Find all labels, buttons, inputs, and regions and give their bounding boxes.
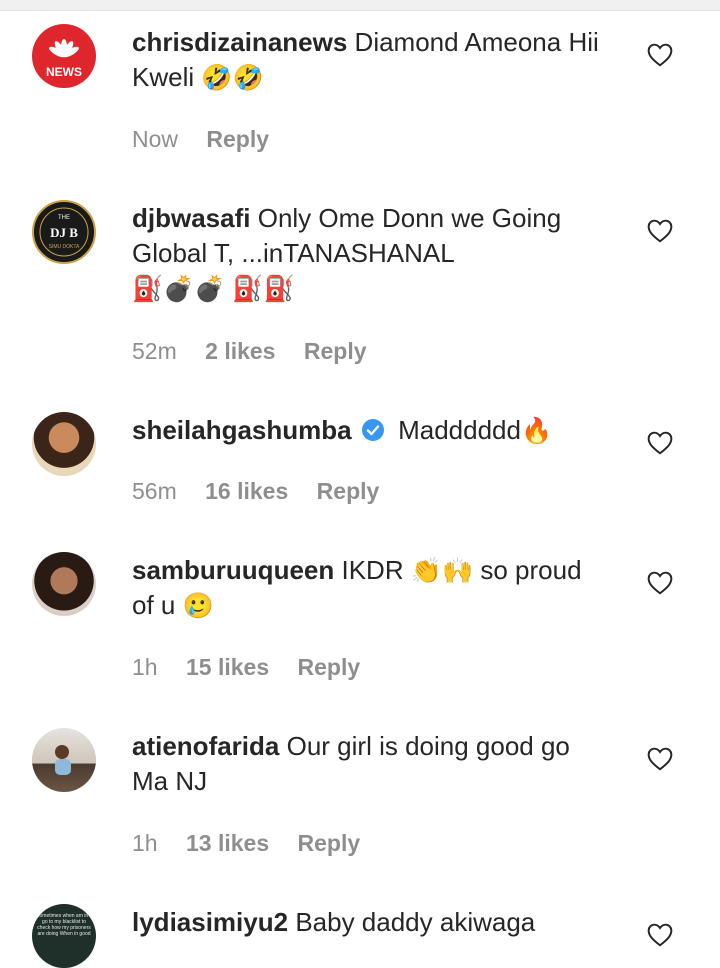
avatar[interactable]: sometimes when am in I go to my blacklis… bbox=[32, 904, 96, 968]
comment-text: djbwasafi Only Ome Donn we Going Global … bbox=[132, 201, 602, 306]
username[interactable]: djbwasafi bbox=[132, 203, 250, 233]
avatar[interactable]: THE DJ B SIMU DOKTA bbox=[32, 200, 96, 264]
comment-body: Baby daddy akiwaga bbox=[295, 907, 536, 937]
avatar[interactable] bbox=[32, 552, 96, 616]
heart-outline-icon[interactable] bbox=[647, 219, 673, 243]
djb-logo-icon: THE DJ B SIMU DOKTA bbox=[39, 207, 89, 257]
username[interactable]: chrisdizainanews bbox=[132, 27, 347, 57]
comment-meta: Now Reply bbox=[132, 126, 291, 153]
likes-count[interactable]: 2 likes bbox=[205, 338, 275, 364]
avatar-caption: sometimes when am in I go to my blacklis… bbox=[37, 913, 91, 937]
comment-meta: 1h 13 likes Reply bbox=[132, 830, 382, 857]
timestamp: Now bbox=[132, 126, 179, 152]
svg-text:NEWS: NEWS bbox=[46, 65, 82, 79]
reply-button[interactable]: Reply bbox=[298, 830, 361, 856]
avatar[interactable]: NEWS bbox=[32, 24, 96, 88]
timestamp: 56m bbox=[132, 478, 177, 504]
username[interactable]: samburuuqueen bbox=[132, 555, 334, 585]
comment-text: sheilahgashumba Madddddd🔥 bbox=[132, 413, 602, 448]
comment-emoji: 🥲 bbox=[182, 592, 214, 620]
heart-outline-icon[interactable] bbox=[647, 923, 673, 947]
comment-body: Madddddd bbox=[398, 415, 521, 445]
username[interactable]: sheilahgashumba bbox=[132, 415, 352, 445]
svg-text:THE: THE bbox=[58, 215, 70, 221]
top-divider bbox=[0, 0, 720, 11]
comment-meta: 56m 16 likes Reply bbox=[132, 478, 401, 505]
username[interactable]: atienofarida bbox=[132, 731, 279, 761]
username[interactable]: lydiasimiyu2 bbox=[132, 907, 288, 937]
likes-count[interactable]: 16 likes bbox=[205, 478, 288, 504]
timestamp: 1h bbox=[132, 830, 158, 856]
svg-text:DJ B: DJ B bbox=[50, 225, 78, 240]
comment-meta: 52m 2 likes Reply bbox=[132, 338, 389, 365]
comment-emoji: 🔥 bbox=[520, 417, 553, 445]
reply-button[interactable]: Reply bbox=[298, 654, 361, 680]
reply-button[interactable]: Reply bbox=[206, 126, 269, 152]
comment-text: atienofarida Our girl is doing good go M… bbox=[132, 729, 602, 799]
comment-meta: 1h 15 likes Reply bbox=[132, 654, 382, 681]
reply-button[interactable]: Reply bbox=[317, 478, 380, 504]
svg-text:SIMU DOKTA: SIMU DOKTA bbox=[49, 244, 80, 250]
comment-text: samburuuqueen IKDR 👏🙌 so proud of u 🥲 bbox=[132, 553, 602, 623]
likes-count[interactable]: 15 likes bbox=[186, 654, 269, 680]
comment-emoji: 🤣🤣 bbox=[201, 64, 264, 92]
verified-badge-icon bbox=[361, 419, 384, 441]
timestamp: 1h bbox=[132, 654, 158, 680]
comment-body: IKDR bbox=[341, 555, 404, 585]
heart-outline-icon[interactable] bbox=[647, 571, 673, 595]
peacock-logo-icon: NEWS bbox=[46, 39, 82, 79]
child-photo-icon bbox=[55, 745, 71, 775]
heart-outline-icon[interactable] bbox=[647, 747, 673, 771]
likes-count[interactable]: 13 likes bbox=[186, 830, 269, 856]
comment-text: chrisdizainanews Diamond Ameona Hii Kwel… bbox=[132, 25, 602, 95]
heart-outline-icon[interactable] bbox=[647, 431, 673, 455]
comment-emoji-mid: 👏🙌 bbox=[410, 557, 474, 585]
reply-button[interactable]: Reply bbox=[304, 338, 367, 364]
avatar[interactable] bbox=[32, 412, 96, 476]
comment-emoji: ⛽💣💣 ⛽⛽ bbox=[132, 275, 295, 303]
avatar[interactable] bbox=[32, 728, 96, 792]
comment-text: lydiasimiyu2 Baby daddy akiwaga bbox=[132, 905, 602, 940]
heart-outline-icon[interactable] bbox=[647, 43, 673, 67]
timestamp: 52m bbox=[132, 338, 177, 364]
